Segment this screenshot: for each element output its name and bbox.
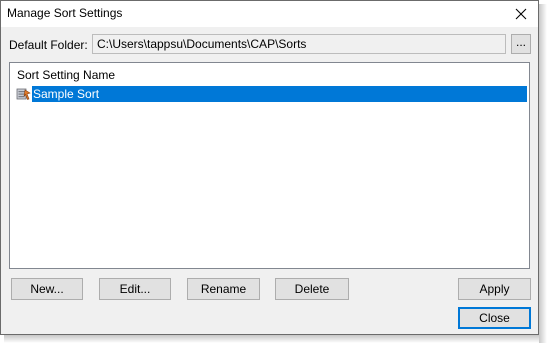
rename-button[interactable]: Rename (187, 278, 260, 300)
window-shadow-bottom (4, 335, 539, 343)
edit-button[interactable]: Edit... (99, 278, 171, 300)
browse-folder-button[interactable]: ... (511, 34, 531, 54)
close-icon (515, 8, 527, 20)
sort-setting-icon (16, 88, 31, 100)
title-bar: Manage Sort Settings (1, 1, 538, 27)
window-title: Manage Sort Settings (7, 6, 123, 20)
apply-button[interactable]: Apply (458, 278, 531, 300)
new-button[interactable]: New... (11, 278, 83, 300)
list-item-sample-sort[interactable]: Sample Sort (10, 86, 527, 102)
sort-settings-list[interactable]: Sort Setting Name Sample Sort (9, 62, 530, 269)
close-window-button[interactable] (504, 1, 538, 27)
window-shadow-right (539, 4, 547, 343)
close-button[interactable]: Close (458, 307, 531, 329)
manage-sort-settings-dialog: Manage Sort Settings Default Folder: C:\… (0, 0, 539, 335)
default-folder-label: Default Folder: (9, 38, 88, 52)
delete-button[interactable]: Delete (275, 278, 349, 300)
list-item-label: Sample Sort (32, 86, 527, 102)
default-folder-field[interactable]: C:\Users\tappsu\Documents\CAP\Sorts (92, 34, 506, 54)
list-column-header: Sort Setting Name (17, 68, 116, 82)
